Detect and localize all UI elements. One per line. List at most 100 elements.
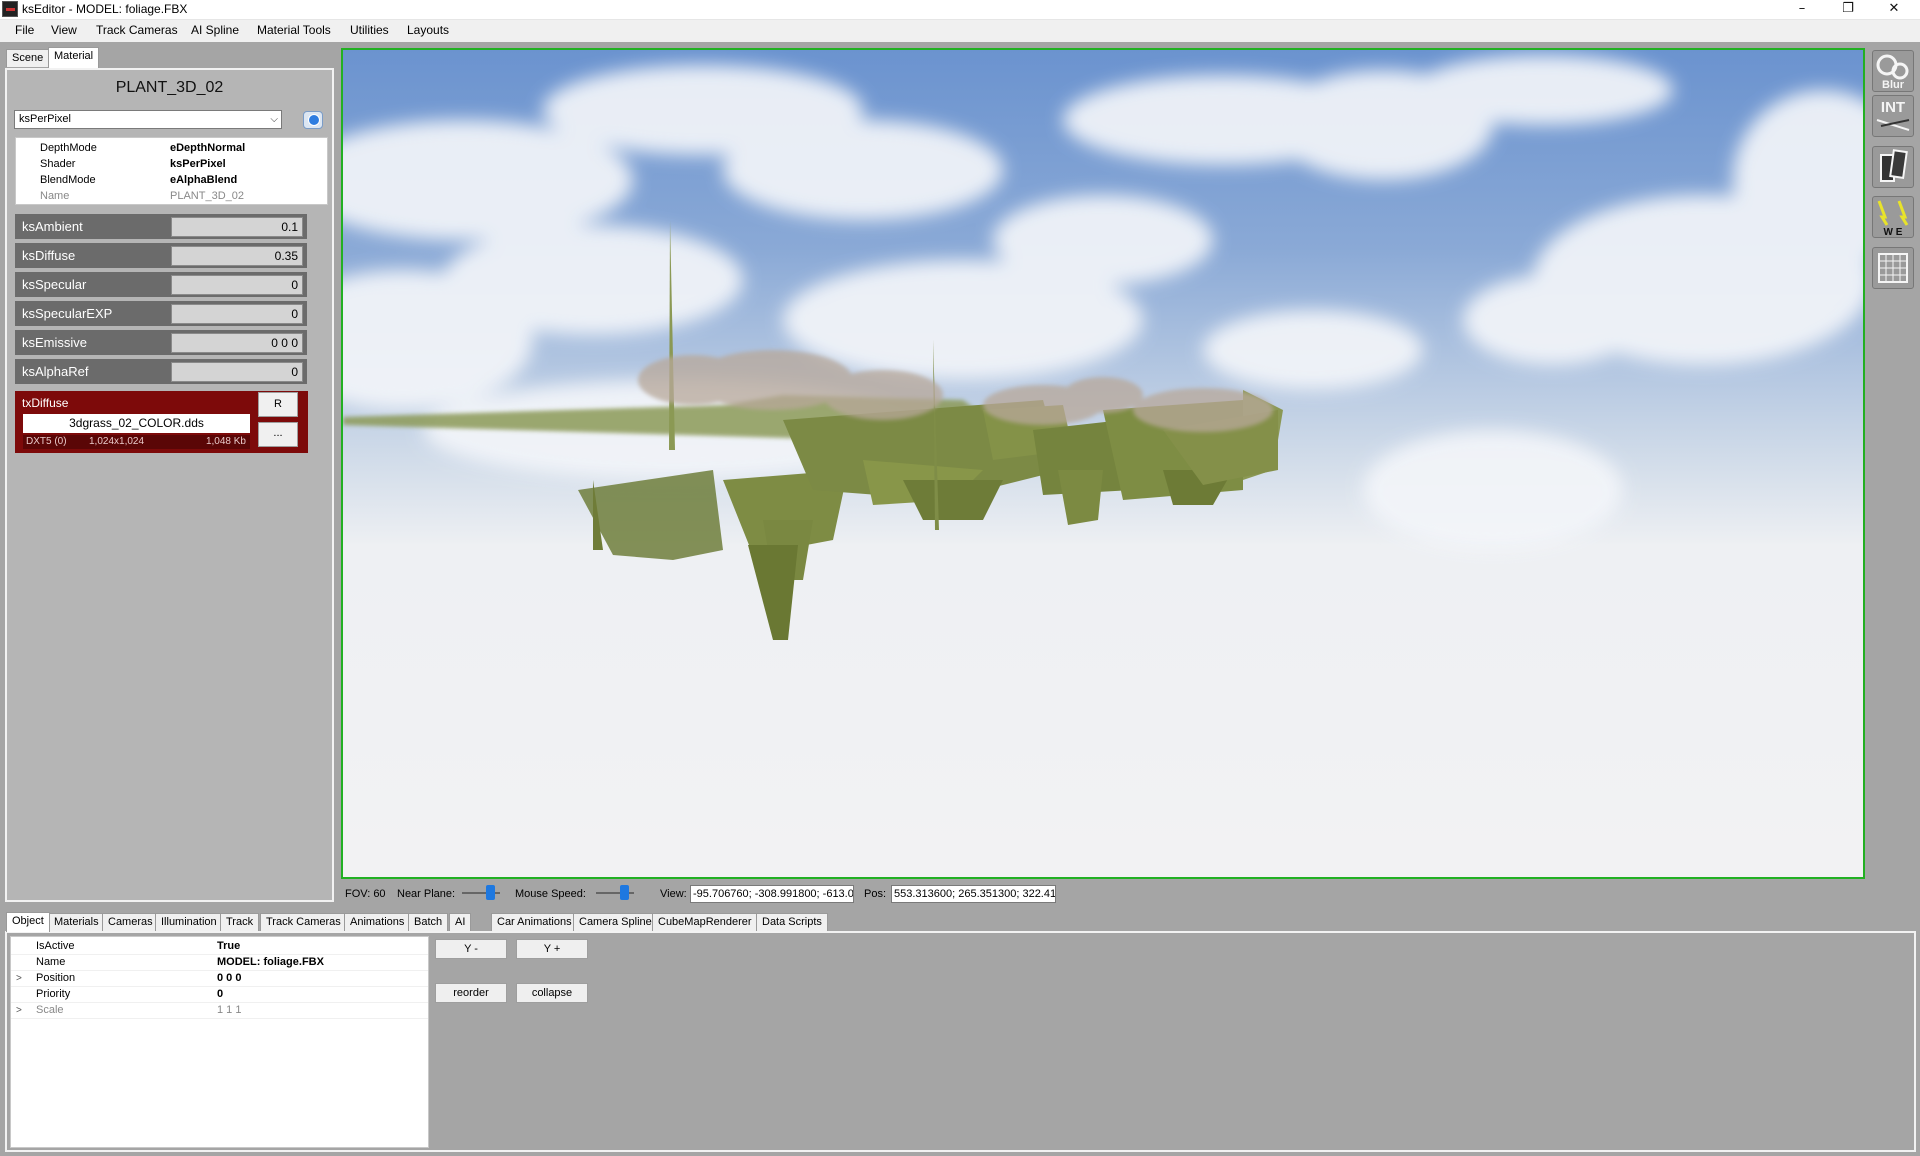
- reorder-button[interactable]: reorder: [435, 983, 507, 1003]
- view-toggle-button[interactable]: [1872, 146, 1914, 188]
- tab-batch[interactable]: Batch: [408, 913, 449, 931]
- property-value: eAlphaBlend: [170, 174, 238, 186]
- 3d-viewport[interactable]: [341, 48, 1865, 879]
- param-label: ksAlphaRef: [22, 364, 89, 379]
- texture-resolution: 1,024x1,024: [89, 436, 145, 447]
- tab-cubemaprenderer[interactable]: CubeMapRenderer: [652, 913, 758, 931]
- material-panel: PLANT_3D_02 ksPerPixel ⌵ DepthMode eDept…: [5, 68, 334, 902]
- restore-button[interactable]: ❐: [1825, 0, 1871, 20]
- shader-dropdown[interactable]: ksPerPixel ⌵: [14, 110, 282, 129]
- param-value-input[interactable]: 0: [171, 304, 303, 324]
- menu-layouts[interactable]: Layouts: [407, 23, 449, 37]
- tab-animations[interactable]: Animations: [344, 913, 411, 931]
- shader-dropdown-value: ksPerPixel: [19, 113, 71, 125]
- property-value: PLANT_3D_02: [170, 190, 244, 202]
- param-value-input[interactable]: 0: [171, 362, 303, 382]
- minimize-button[interactable]: –: [1779, 0, 1825, 20]
- texture-file-name[interactable]: 3dgrass_02_COLOR.dds: [23, 414, 250, 433]
- mouse-speed-slider[interactable]: [596, 885, 634, 900]
- property-key: Name: [40, 190, 70, 202]
- pos-vector-field[interactable]: 553.313600; 265.351300; 322.41: [891, 885, 1056, 903]
- y-minus-button[interactable]: Y -: [435, 939, 507, 959]
- menu-track-cameras[interactable]: Track Cameras: [96, 23, 178, 37]
- texture-browse-button[interactable]: ...: [258, 422, 298, 447]
- chevron-right-icon[interactable]: >: [16, 1003, 22, 1018]
- title-bar: ksEditor - MODEL: foliage.FBX – ❐ ✕: [0, 0, 1920, 20]
- param-label: ksEmissive: [22, 335, 88, 350]
- property-key: BlendMode: [40, 174, 96, 186]
- param-value-input[interactable]: 0 0 0: [171, 333, 303, 353]
- material-property-grid: DepthMode eDepthNormal Shader ksPerPixel…: [15, 137, 328, 205]
- tab-camera-spline[interactable]: Camera Spline: [573, 913, 658, 931]
- chevron-right-icon[interactable]: >: [16, 971, 22, 986]
- texture-size: 1,048 Kb: [205, 436, 246, 447]
- app-icon: [2, 1, 18, 17]
- near-plane-slider[interactable]: [462, 885, 500, 900]
- property-row[interactable]: Shader ksPerPixel: [16, 157, 327, 173]
- pos-label: Pos:: [864, 888, 887, 900]
- near-plane-label: Near Plane:: [397, 888, 456, 900]
- texture-format: DXT5 (0): [26, 436, 67, 447]
- blur-toggle-button[interactable]: Blur: [1872, 50, 1914, 92]
- int-label: INT: [1881, 99, 1905, 116]
- blur-label: Blur: [1882, 79, 1905, 91]
- object-row-position[interactable]: > Position 0 0 0: [11, 971, 428, 987]
- object-value: 0 0 0: [217, 972, 242, 984]
- param-value-input[interactable]: 0: [171, 275, 303, 295]
- tab-track[interactable]: Track: [220, 913, 260, 931]
- tab-illumination[interactable]: Illumination: [155, 913, 223, 931]
- param-label: ksSpecularEXP: [22, 306, 113, 321]
- object-panel: IsActive True Name MODEL: foliage.FBX > …: [5, 931, 1916, 1152]
- menu-view[interactable]: View: [51, 23, 77, 37]
- object-key: Priority: [36, 988, 71, 1000]
- property-row: Name PLANT_3D_02: [16, 189, 327, 205]
- material-name: PLANT_3D_02: [115, 79, 224, 96]
- param-row-ksdiffuse: ksDiffuse 0.35: [15, 243, 307, 268]
- property-row[interactable]: DepthMode eDepthNormal: [16, 141, 327, 157]
- object-value: True: [217, 940, 241, 952]
- property-row[interactable]: BlendMode eAlphaBlend: [16, 173, 327, 189]
- close-button[interactable]: ✕: [1871, 0, 1917, 20]
- we-label: W E: [1884, 227, 1903, 237]
- tab-material[interactable]: Material: [48, 47, 100, 68]
- object-property-grid: IsActive True Name MODEL: foliage.FBX > …: [10, 936, 429, 1148]
- slider-thumb[interactable]: [486, 885, 495, 900]
- slider-thumb[interactable]: [620, 885, 629, 900]
- texture-info: DXT5 (0) 1,024x1,024 1,048 Kb: [23, 435, 250, 449]
- grid-toggle-button[interactable]: [1872, 247, 1914, 289]
- tab-data-scripts[interactable]: Data Scripts: [756, 913, 828, 931]
- object-row-priority[interactable]: Priority 0: [11, 987, 428, 1003]
- param-value-input[interactable]: 0.1: [171, 217, 303, 237]
- tab-materials[interactable]: Materials: [48, 913, 105, 931]
- object-key: Position: [36, 972, 76, 984]
- object-value: 1 1 1: [217, 1004, 242, 1016]
- help-icon[interactable]: [303, 111, 323, 129]
- tab-cameras[interactable]: Cameras: [102, 913, 159, 931]
- grid-icon: [1878, 253, 1908, 283]
- object-key: Name: [36, 956, 66, 968]
- we-toggle-button[interactable]: W E: [1872, 196, 1914, 238]
- int-toggle-button[interactable]: INT: [1872, 95, 1914, 137]
- tab-track-cameras[interactable]: Track Cameras: [260, 913, 347, 931]
- param-row-ksspecular: ksSpecular 0: [15, 272, 307, 297]
- object-row-scale[interactable]: > Scale 1 1 1: [11, 1003, 428, 1019]
- y-plus-button[interactable]: Y +: [516, 939, 588, 959]
- object-row-name[interactable]: Name MODEL: foliage.FBX: [11, 955, 428, 971]
- texture-reset-button[interactable]: R: [258, 392, 298, 417]
- object-value: MODEL: foliage.FBX: [217, 956, 324, 968]
- param-value-input[interactable]: 0.35: [171, 246, 303, 266]
- collapse-button[interactable]: collapse: [516, 983, 588, 1003]
- tab-ai[interactable]: AI: [449, 913, 472, 931]
- menu-file[interactable]: File: [15, 23, 34, 37]
- menu-utilities[interactable]: Utilities: [350, 23, 389, 37]
- menu-material-tools[interactable]: Material Tools: [257, 23, 331, 37]
- mouse-speed-label: Mouse Speed:: [515, 888, 586, 900]
- tab-car-animations[interactable]: Car Animations: [491, 913, 578, 931]
- menu-ai-spline[interactable]: AI Spline: [191, 23, 239, 37]
- tab-scene[interactable]: Scene: [6, 49, 50, 67]
- blur-icon: Blur: [1876, 54, 1909, 91]
- object-row-isactive[interactable]: IsActive True: [11, 939, 428, 955]
- tab-object[interactable]: Object: [6, 912, 50, 932]
- view-vector-field[interactable]: -95.706760; -308.991800; -613.05: [690, 885, 854, 903]
- property-value: ksPerPixel: [170, 158, 226, 170]
